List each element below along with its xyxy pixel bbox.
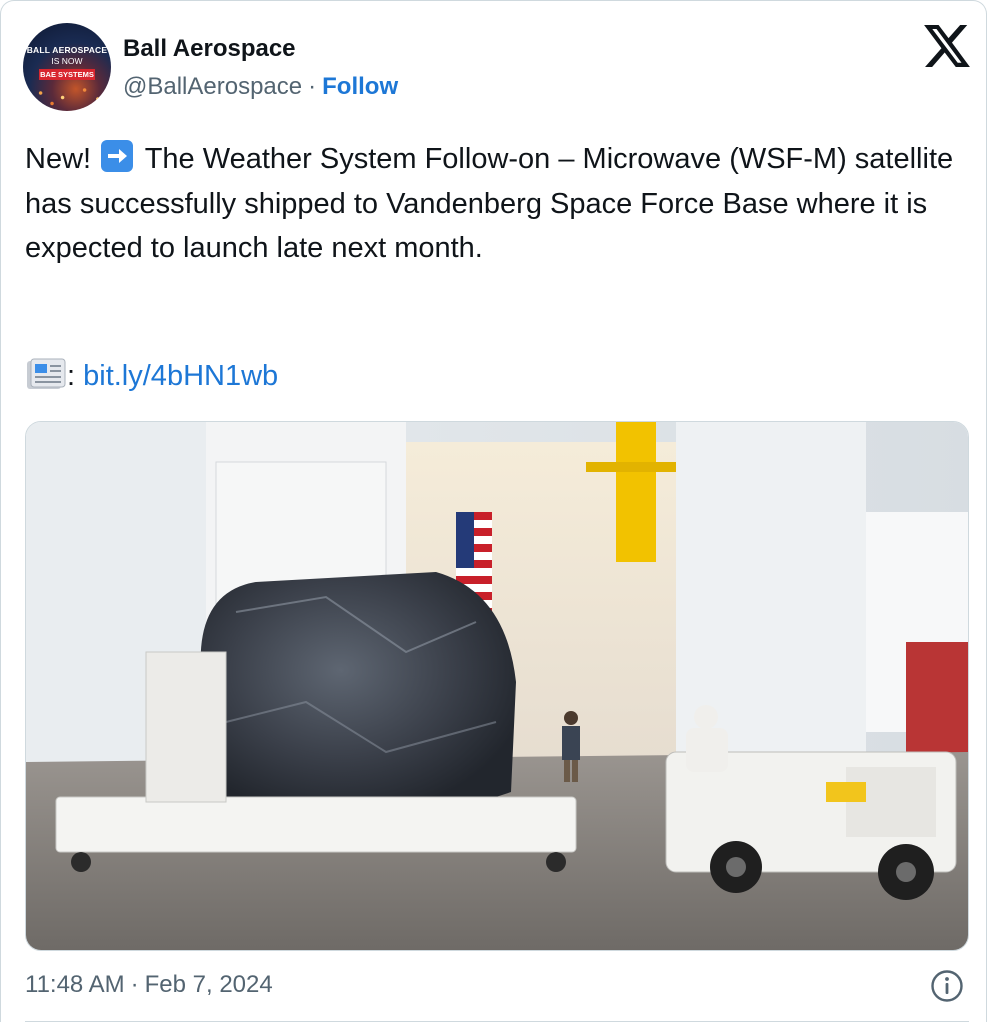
tweet-card: BALL AEROSPACE IS NOW BAE SYSTEMS Ball A… [0, 0, 987, 1022]
tweet-timestamp[interactable]: 11:48 AM · Feb 7, 2024 [25, 971, 273, 999]
avatar-line2: IS NOW [51, 56, 83, 66]
arrow-right-emoji-icon [101, 140, 134, 172]
timestamp-separator: · [130, 971, 139, 998]
avatar-city-lights [23, 81, 111, 111]
tweet-link[interactable]: bit.ly/4bHN1wb [83, 360, 278, 392]
tweet-text: New! The Weather System Follow-on – Micr… [25, 137, 970, 271]
link-prefix: : [67, 360, 76, 392]
author-handle[interactable]: @BallAerospace [123, 73, 302, 100]
tweet-photo[interactable] [25, 421, 969, 951]
photo-icon [26, 422, 968, 950]
author-name[interactable]: Ball Aerospace [123, 35, 296, 63]
author-handle-row: @BallAerospace · Follow [123, 73, 398, 101]
follow-button[interactable]: Follow [322, 73, 398, 100]
tweet-time: 11:48 AM [25, 971, 125, 998]
footer-divider [25, 1021, 969, 1022]
info-icon[interactable] [930, 969, 964, 1003]
avatar-badge: BAE SYSTEMS [39, 69, 95, 80]
x-logo-icon[interactable] [924, 25, 970, 67]
tweet-text-intro: New! [25, 143, 92, 175]
link-row: : bit.ly/4bHN1wb [25, 357, 278, 393]
tweet-text-body: The Weather System Follow-on – Microwave… [25, 143, 954, 264]
avatar[interactable]: BALL AEROSPACE IS NOW BAE SYSTEMS [23, 23, 111, 111]
newspaper-icon [27, 358, 66, 389]
handle-separator: · [308, 73, 317, 100]
tweet-date: Feb 7, 2024 [144, 971, 273, 998]
avatar-line1: BALL AEROSPACE [26, 45, 108, 55]
